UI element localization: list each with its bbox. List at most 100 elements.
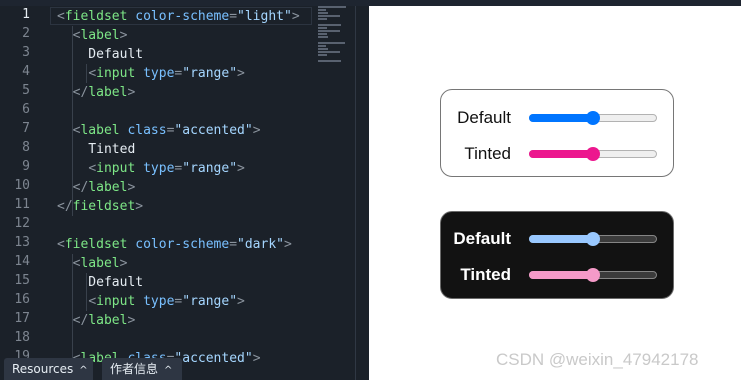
minimap-line [318, 9, 327, 11]
line-number: 15 [14, 273, 30, 288]
code-token: > [237, 161, 245, 176]
code-token: > [252, 351, 261, 366]
line-number: 6 [22, 102, 30, 117]
code-token: < [88, 66, 97, 81]
code-line: <fieldset color-scheme="light"> [57, 7, 300, 26]
minimap-line [318, 27, 327, 29]
line-number: 4 [22, 64, 30, 79]
code-token: "light" [237, 9, 292, 24]
code-token: > [237, 294, 245, 309]
code-token: Tinted [57, 142, 136, 157]
code-token: type [143, 294, 175, 309]
minimap-line [318, 60, 342, 62]
range-slider[interactable] [529, 268, 657, 282]
slider-row-tinted: Tinted [441, 263, 673, 287]
slider-thumb[interactable] [586, 111, 600, 125]
slider-fill [529, 235, 593, 243]
code-token: > [127, 85, 136, 100]
resources-label: Resources [12, 362, 74, 376]
minimap-line [318, 51, 340, 53]
line-number: 17 [14, 311, 30, 326]
slider-thumb[interactable] [586, 232, 600, 246]
code-token: input [96, 161, 136, 176]
indent-guide [86, 273, 87, 311]
code-token: > [119, 256, 128, 271]
line-number: 1 [22, 7, 30, 22]
line-number: 3 [22, 45, 30, 60]
line-number: 7 [22, 121, 30, 136]
author-info-button[interactable]: 作者信息 ^ [102, 358, 182, 380]
code-token: > [252, 123, 261, 138]
minimap-line [318, 15, 340, 17]
code-token: = [229, 237, 238, 252]
line-number: 14 [14, 254, 30, 269]
code-token: "accented" [174, 123, 253, 138]
chevron-up-icon: ^ [164, 365, 173, 376]
minimap-line [318, 36, 328, 38]
minimap[interactable] [318, 6, 354, 66]
code-token: type [143, 66, 175, 81]
code-token: input [96, 66, 136, 81]
line-number: 12 [14, 216, 30, 231]
code-token: label [80, 28, 120, 43]
code-token: > [119, 28, 128, 43]
code-token: < [57, 9, 65, 24]
code-editor[interactable]: 1 2 3 4 5 6 7 8 9 10 11 12 13 14 15 16 17 18 19 <fieldset … [0, 6, 369, 380]
code-token: label [88, 85, 128, 100]
code-area[interactable]: <fieldset color-scheme="light"> <label> … [57, 6, 355, 380]
line-number: 2 [22, 26, 30, 41]
code-line: <fieldset color-scheme="dark"> [57, 235, 292, 254]
slider-thumb[interactable] [586, 147, 600, 161]
slider-row-default: Default [441, 227, 673, 251]
code-token: > [127, 180, 136, 195]
code-token: color-scheme [135, 237, 230, 252]
code-token: > [291, 9, 300, 24]
minimap-line [318, 18, 327, 20]
code-token: "dark" [237, 237, 284, 252]
slider-label: Default [457, 108, 511, 127]
range-slider[interactable] [529, 111, 657, 125]
code-token: input [96, 294, 136, 309]
line-number: 18 [14, 330, 30, 345]
chevron-up-icon: ^ [79, 365, 88, 376]
slider-row-tinted: Tinted [441, 142, 673, 166]
indent-guide [72, 140, 73, 197]
slider-thumb[interactable] [586, 268, 600, 282]
line-number: 9 [22, 159, 30, 174]
code-token: "range" [182, 161, 238, 176]
code-line: <input type="range"> [57, 159, 245, 178]
code-token: fieldset [64, 9, 128, 24]
slider-label: Default [453, 229, 511, 248]
code-token: color-scheme [135, 9, 230, 24]
range-slider[interactable] [529, 232, 657, 246]
code-token: > [127, 313, 136, 328]
code-token: > [237, 66, 245, 81]
resources-button[interactable]: Resources ^ [4, 358, 93, 380]
range-slider[interactable] [529, 147, 657, 161]
indent-guide [86, 64, 87, 83]
line-number: 11 [14, 197, 30, 212]
code-token: > [135, 199, 144, 214]
slider-fill [529, 114, 593, 122]
code-token: = [229, 9, 238, 24]
code-token: Default [57, 275, 144, 290]
slider-fill [529, 150, 593, 158]
minimap-line [318, 45, 327, 47]
code-token: > [284, 237, 292, 252]
editor-scrollbar[interactable] [357, 6, 369, 380]
slider-fill [529, 271, 593, 279]
code-token: Default [57, 47, 144, 62]
code-token: </ [72, 85, 89, 100]
watermark: CSDN @weixin_47942178 [496, 350, 699, 369]
code-line: </label> [57, 83, 136, 102]
code-token: < [57, 237, 65, 252]
minimap-line [318, 24, 342, 26]
code-token: label [80, 256, 120, 271]
